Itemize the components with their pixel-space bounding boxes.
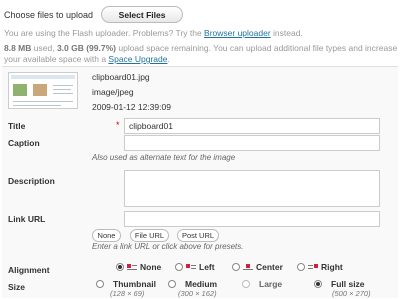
align-right-label: Right [321, 262, 343, 272]
required-marker: * [116, 120, 120, 130]
align-center-option[interactable]: Center [232, 262, 283, 272]
upload-header: Choose files to upload Select Files [4, 6, 184, 23]
link-url-input[interactable] [124, 211, 380, 227]
align-center-radio[interactable] [232, 263, 240, 271]
browser-uploader-link[interactable]: Browser uploader [204, 28, 271, 38]
size-thumbnail-radio[interactable] [96, 280, 104, 288]
size-label: Size [8, 282, 26, 292]
space-remaining: 3.0 GB (99.7%) [56, 43, 116, 53]
select-files-button[interactable]: Select Files [101, 6, 184, 23]
caption-label: Caption [8, 138, 40, 148]
link-file-url-button[interactable]: File URL [130, 229, 169, 242]
space-used: 8.8 MB [4, 43, 32, 53]
align-center-label: Center [256, 262, 283, 272]
size-medium-option[interactable]: Medium (300 × 162) [168, 279, 248, 299]
align-none-option[interactable]: None [116, 262, 161, 272]
alignment-label: Alignment [8, 265, 50, 275]
size-medium-label: Medium [185, 279, 218, 289]
image-thumbnail [8, 72, 78, 109]
size-large-radio [242, 280, 250, 288]
align-left-icon [186, 263, 196, 271]
title-input[interactable]: clipboard01 [124, 118, 380, 134]
align-none-radio[interactable] [116, 263, 124, 271]
file-mime-type: image/jpeg [92, 87, 134, 97]
align-none-label: None [140, 262, 162, 272]
align-right-icon [308, 263, 318, 271]
caption-input[interactable] [124, 135, 380, 151]
size-medium-dims: (300 × 162) [178, 289, 217, 298]
choose-files-label: Choose files to upload [4, 9, 94, 20]
flash-text-after: instead. [270, 28, 303, 38]
file-name: clipboard01.jpg [92, 72, 150, 82]
align-right-option[interactable]: Right [297, 262, 343, 272]
flash-uploader-notice: You are using the Flash uploader. Proble… [4, 28, 303, 38]
space-end: . [167, 54, 170, 64]
link-post-url-button[interactable]: Post URL [177, 229, 219, 242]
align-left-option[interactable]: Left [175, 262, 215, 272]
flash-text-before: You are using the Flash uploader. Proble… [4, 28, 205, 38]
description-textarea[interactable] [124, 170, 380, 207]
caption-help-text: Also used as alternate text for the imag… [92, 153, 236, 162]
upload-space-notice: 8.8 MB used, 3.0 GB (99.7%) upload space… [4, 43, 398, 65]
title-label: Title [8, 121, 26, 131]
size-full-option[interactable]: Full size (500 × 270) [314, 279, 394, 299]
align-none-icon [127, 263, 137, 271]
space-upgrade-link[interactable]: Space Upgrade [108, 54, 167, 64]
align-center-icon [243, 263, 253, 271]
size-full-radio[interactable] [314, 280, 322, 288]
link-none-button[interactable]: None [92, 229, 121, 242]
description-label: Description [8, 176, 55, 186]
link-help-text: Enter a link URL or click above for pres… [92, 242, 244, 251]
space-used-label: used, [31, 43, 57, 53]
link-url-label: Link URL [8, 214, 46, 224]
file-upload-date: 2009-01-12 12:39:09 [92, 102, 171, 112]
size-thumbnail-option[interactable]: Thumbnail (128 × 69) [96, 279, 176, 299]
size-thumbnail-dims: (128 × 69) [110, 289, 145, 298]
size-large-option: Large [242, 279, 312, 299]
size-large-label: Large [259, 279, 283, 289]
size-thumbnail-label: Thumbnail [113, 279, 156, 289]
align-right-radio[interactable] [297, 263, 305, 271]
size-full-dims: (500 × 270) [332, 289, 371, 298]
align-left-radio[interactable] [175, 263, 183, 271]
size-full-label: Full size [331, 279, 365, 289]
size-medium-radio[interactable] [168, 280, 176, 288]
align-left-label: Left [199, 262, 215, 272]
